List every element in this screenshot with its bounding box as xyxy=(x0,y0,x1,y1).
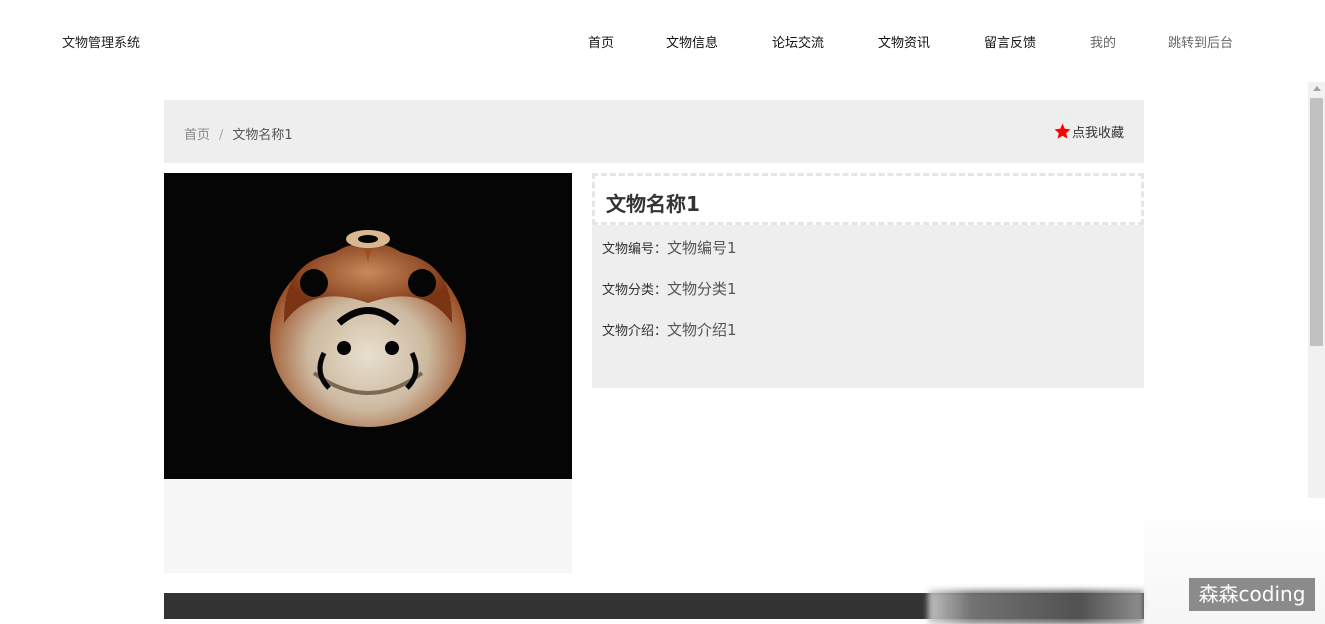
breadcrumb-current: 文物名称1 xyxy=(232,128,293,143)
nav-relic-info[interactable]: 文物信息 xyxy=(666,32,718,51)
field-category: 文物分类：文物分类1 xyxy=(602,278,737,299)
field-code: 文物编号：文物编号1 xyxy=(602,237,737,258)
relic-photo xyxy=(164,173,572,479)
nav-news[interactable]: 文物资讯 xyxy=(878,32,930,51)
field-code-value: 文物编号1 xyxy=(667,239,737,257)
jade-pendant-image xyxy=(270,230,466,427)
breadcrumb: 首页 / 文物名称1 xyxy=(184,124,293,143)
field-category-value: 文物分类1 xyxy=(667,280,737,298)
nav-mine[interactable]: 我的 xyxy=(1090,32,1116,51)
field-code-label: 文物编号： xyxy=(602,242,668,257)
nav-forum[interactable]: 论坛交流 xyxy=(772,32,824,51)
relic-title-box: 文物名称1 xyxy=(592,173,1144,225)
nav-home[interactable]: 首页 xyxy=(588,32,614,51)
field-intro-value: 文物介绍1 xyxy=(667,321,737,339)
field-intro: 文物介绍：文物介绍1 xyxy=(602,319,737,340)
favorite-button[interactable]: 点我收藏 xyxy=(1053,122,1124,141)
field-category-label: 文物分类： xyxy=(602,283,668,298)
relic-info-panel: 文物名称1 文物编号：文物编号1 文物分类：文物分类1 文物介绍：文物介绍1 xyxy=(592,173,1144,388)
scroll-thumb[interactable] xyxy=(1310,98,1323,346)
star-icon xyxy=(1054,123,1071,139)
watermark-label: 森森coding xyxy=(1189,578,1315,611)
blurred-overlay xyxy=(928,590,1144,624)
favorite-label: 点我收藏 xyxy=(1071,126,1124,141)
breadcrumb-separator: / xyxy=(219,128,224,143)
nav-admin[interactable]: 跳转到后台 xyxy=(1168,32,1233,51)
page-scrollbar[interactable] xyxy=(1308,82,1325,498)
breadcrumb-bar: 首页 / 文物名称1 点我收藏 xyxy=(164,100,1144,163)
breadcrumb-home[interactable]: 首页 xyxy=(184,128,210,143)
relic-title: 文物名称1 xyxy=(606,192,700,216)
site-brand[interactable]: 文物管理系统 xyxy=(62,32,140,51)
nav-feedback[interactable]: 留言反馈 xyxy=(984,32,1036,51)
top-navbar: 文物管理系统 首页 文物信息 论坛交流 文物资讯 留言反馈 我的 跳转到后台 xyxy=(0,0,1325,82)
scroll-up-arrow-icon[interactable] xyxy=(1313,86,1321,91)
relic-image-panel xyxy=(164,173,572,573)
field-intro-label: 文物介绍： xyxy=(602,324,668,339)
